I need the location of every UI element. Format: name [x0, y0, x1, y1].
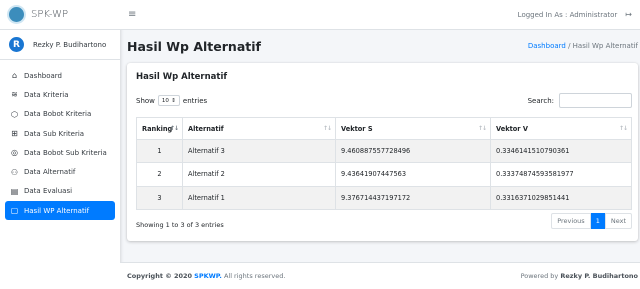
pagination: Previous 1 Next	[551, 213, 632, 229]
cell-vektor-v: 0.3316371029851441	[490, 185, 632, 210]
cell-vektor-v: 0.33374874593581977	[490, 162, 632, 187]
target-icon: ◎	[11, 148, 18, 158]
column-header-vektor-s[interactable]: Vektor S ↑↓	[335, 117, 491, 140]
top-navbar: ≡ Logged In As : Administrator ↦	[120, 0, 640, 30]
sidebar-nav: ⌂ Dashboard ≋ Data Kriteria ⬡ Data Bobot…	[0, 60, 120, 221]
layers-icon: ≋	[11, 90, 18, 100]
document-icon: ▤	[10, 186, 19, 196]
footer-brand-link[interactable]: SPKWP.	[194, 272, 222, 280]
pagination-page-button[interactable]: 1	[590, 213, 605, 229]
sort-icon: ↑↓	[477, 125, 487, 132]
table-info: Showing 1 to 3 of 3 entries	[136, 221, 224, 229]
show-label: Show	[136, 96, 155, 105]
cell-ranking: 3	[136, 185, 183, 210]
sidebar-item-data-kriteria[interactable]: ≋ Data Kriteria	[5, 85, 115, 104]
page-title: Hasil Wp Alternatif	[127, 38, 261, 54]
grid-icon: ⊞	[11, 129, 18, 139]
column-header-alternatif[interactable]: Alternatif ↑↓	[182, 117, 336, 140]
results-card: Hasil Wp Alternatif Show 10 ⇕ entries Se…	[127, 63, 638, 241]
sort-ascending-icon: ↑↓	[169, 125, 179, 132]
sidebar-item-data-evaluasi[interactable]: ▤ Data Evaluasi	[5, 182, 115, 201]
sidebar-item-label: Data Sub Kriteria	[24, 129, 85, 138]
cube-icon: ⬡	[11, 109, 18, 119]
powered-by-name: Rezky P. Budihartono	[560, 272, 638, 280]
cell-alternatif: Alternatif 2	[182, 162, 336, 187]
users-icon: ⚇	[10, 167, 19, 177]
sidebar-item-label: Hasil WP Alternatif	[24, 206, 90, 215]
copyright-text: Copyright © 2020	[127, 272, 193, 280]
content-header: Hasil Wp Alternatif Dashboard / Hasil Wp…	[120, 30, 640, 62]
home-icon: ⌂	[11, 71, 18, 81]
user-name: Rezky P. Budihartono	[33, 40, 107, 49]
avatar: R	[9, 37, 24, 52]
entries-label: entries	[182, 96, 208, 105]
logout-icon[interactable]: ↦	[625, 10, 632, 19]
footer: Copyright © 2020 SPKWP. All rights reser…	[120, 262, 640, 289]
brand-link[interactable]: SPK-WP	[0, 0, 120, 30]
chevron-updown-icon: ⇕	[171, 97, 176, 104]
sidebar-item-label: Data Bobot Sub Kriteria	[24, 148, 107, 157]
sidebar: SPK-WP R Rezky P. Budihartono ⌂ Dashboar…	[0, 0, 120, 289]
brand-name: SPK-WP	[31, 9, 69, 20]
sidebar-item-dashboard[interactable]: ⌂ Dashboard	[5, 66, 115, 85]
column-header-ranking[interactable]: Ranking ↑↓	[136, 117, 183, 140]
results-table: Ranking ↑↓ Alternatif ↑↓ Vektor S ↑↓ Vek…	[136, 117, 632, 210]
sidebar-item-data-sub-kriteria[interactable]: ⊞ Data Sub Kriteria	[5, 124, 115, 143]
sidebar-item-label: Dashboard	[24, 71, 62, 80]
breadcrumb-dashboard-link[interactable]: Dashboard	[528, 42, 566, 50]
search-input[interactable]	[559, 93, 632, 108]
table-row: 2 Alternatif 2 9.43641907447563 0.333748…	[136, 162, 632, 187]
rights-text: All rights reserved.	[223, 272, 286, 280]
entries-select[interactable]: 10 ⇕	[157, 95, 180, 106]
footer-copyright: Copyright © 2020 SPKWP. All rights reser…	[127, 272, 285, 280]
sidebar-item-hasil-wp-alternatif[interactable]: ▢ Hasil WP Alternatif	[5, 201, 115, 221]
sidebar-item-label: Data Bobot Kriteria	[24, 110, 92, 119]
breadcrumb-current: Hasil Wp Alternatif	[572, 42, 638, 50]
sidebar-item-data-bobot-kriteria[interactable]: ⬡ Data Bobot Kriteria	[5, 105, 115, 124]
cell-vektor-v: 0.3346141510790361	[490, 138, 632, 164]
sidebar-item-label: Data Alternatif	[24, 168, 76, 177]
column-header-label: Ranking	[142, 124, 173, 133]
entries-select-value: 10	[161, 97, 169, 104]
sidebar-item-label: Data Kriteria	[24, 90, 69, 99]
breadcrumb-separator: /	[568, 42, 571, 50]
search-label: Search:	[527, 96, 554, 105]
cell-vektor-s: 9.460887557728496	[335, 138, 491, 164]
cell-ranking: 2	[136, 162, 183, 187]
column-header-label: Vektor S	[341, 124, 373, 133]
sort-icon: ↑↓	[618, 125, 628, 132]
table-header-row: Ranking ↑↓ Alternatif ↑↓ Vektor S ↑↓ Vek…	[136, 117, 632, 140]
cell-vektor-s: 9.376714437197172	[335, 185, 491, 210]
clipboard-icon: ▢	[10, 206, 19, 216]
column-header-label: Alternatif	[188, 124, 224, 133]
sidebar-item-data-alternatif[interactable]: ⚇ Data Alternatif	[5, 162, 115, 181]
table-row: 3 Alternatif 1 9.376714437197172 0.33163…	[136, 185, 632, 210]
card-title: Hasil Wp Alternatif	[136, 72, 228, 82]
column-header-label: Vektor V	[496, 124, 528, 133]
search-control: Search:	[528, 93, 632, 108]
sidebar-item-data-bobot-sub-kriteria[interactable]: ◎ Data Bobot Sub Kriteria	[5, 143, 115, 162]
cell-ranking: 1	[136, 138, 183, 164]
entries-length-control: Show 10 ⇕ entries	[136, 95, 207, 106]
powered-by-label: Powered by	[520, 272, 559, 280]
column-header-vektor-v[interactable]: Vektor V ↑↓	[490, 117, 632, 140]
sort-icon: ↑↓	[322, 125, 332, 132]
breadcrumb: Dashboard / Hasil Wp Alternatif	[528, 42, 640, 50]
brand-logo-icon	[9, 7, 24, 22]
cell-alternatif: Alternatif 3	[182, 138, 336, 164]
topbar-user-area: Logged In As : Administrator ↦	[518, 10, 632, 19]
logged-in-text: Logged In As : Administrator	[517, 10, 618, 19]
table-row: 1 Alternatif 3 9.460887557728496 0.33461…	[136, 138, 632, 164]
pagination-previous-button[interactable]: Previous	[551, 213, 591, 229]
cell-alternatif: Alternatif 1	[182, 185, 336, 210]
cell-vektor-s: 9.43641907447563	[335, 162, 491, 187]
pagination-next-button[interactable]: Next	[604, 213, 632, 229]
footer-powered-by: Powered by Rezky P. Budihartono	[521, 272, 638, 280]
user-panel[interactable]: R Rezky P. Budihartono	[0, 30, 120, 60]
sidebar-item-label: Data Evaluasi	[24, 187, 73, 196]
hamburger-menu-icon[interactable]: ≡	[128, 9, 136, 20]
